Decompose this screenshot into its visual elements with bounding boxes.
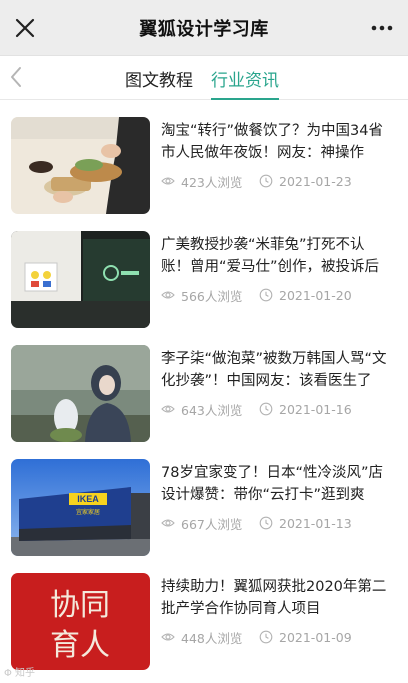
top-bar: 翼狐设计学习库 xyxy=(0,0,408,56)
list-item[interactable]: 淘宝“转行”做餐饮了？为中国34省市人民做年夜饭！网友：神操作 423人浏览 2… xyxy=(0,100,408,214)
article-title[interactable]: 广美教授抄袭“米菲兔”打死不认账！曾用“爱马仕”创作，被投诉后改名 xyxy=(161,234,391,278)
gallery-image xyxy=(11,231,150,328)
eye-icon xyxy=(161,633,175,641)
article-meta: 667人浏览 2021-01-13 xyxy=(161,514,352,532)
eye-icon xyxy=(161,519,175,527)
publish-date: 2021-01-23 xyxy=(259,174,352,189)
publish-date: 2021-01-16 xyxy=(259,402,352,417)
page-title: 翼狐设计学习库 xyxy=(139,19,269,40)
ikea-store-image: IKEA 宜家家居 xyxy=(11,459,150,556)
article-meta: 643人浏览 2021-01-16 xyxy=(161,400,352,418)
views-text: 448人浏览 xyxy=(181,630,243,646)
clock-icon xyxy=(259,402,273,416)
clock-icon xyxy=(259,630,273,644)
views-text: 566人浏览 xyxy=(181,288,243,304)
clock-icon xyxy=(259,174,273,188)
views-count: 566人浏览 xyxy=(161,286,259,305)
clock-icon xyxy=(259,516,273,530)
article-title[interactable]: 李子柒“做泡菜”被数万韩国人骂“文化抄袭”！中国网友：该看医生了 xyxy=(161,348,391,392)
article-meta: 423人浏览 2021-01-23 xyxy=(161,172,352,190)
eye-icon xyxy=(161,291,175,299)
views-count: 448人浏览 xyxy=(161,628,259,647)
person-image xyxy=(11,345,150,442)
views-text: 667人浏览 xyxy=(181,516,243,532)
ikea-logo-text: IKEA xyxy=(77,494,99,504)
views-count: 667人浏览 xyxy=(161,514,259,533)
article-title[interactable]: 78岁宜家变了！日本“性冷淡风”店设计爆赞：带你“云打卡”逛到爽 xyxy=(161,462,391,506)
more-icon[interactable] xyxy=(370,18,394,38)
publish-date: 2021-01-13 xyxy=(259,516,352,531)
list-item[interactable]: 协同 育人 持续助力！翼狐网获批2020年第二批产学合作协同育人项目 448人浏… xyxy=(0,556,408,670)
date-text: 2021-01-16 xyxy=(279,401,352,417)
calligraphy-image: 协同 育人 xyxy=(11,573,150,670)
tab-tutorials[interactable]: 图文教程 xyxy=(125,66,193,96)
calligraphy-line-1: 协同 xyxy=(50,588,110,623)
date-text: 2021-01-20 xyxy=(279,287,352,303)
date-text: 2021-01-23 xyxy=(279,173,352,189)
list-item[interactable]: IKEA 宜家家居 78岁宜家变了！日本“性冷淡风”店设计爆赞：带你“云打卡”逛… xyxy=(0,442,408,556)
article-meta: 566人浏览 2021-01-20 xyxy=(161,286,352,304)
date-text: 2021-01-13 xyxy=(279,515,352,531)
article-title[interactable]: 淘宝“转行”做餐饮了？为中国34省市人民做年夜饭！网友：神操作 xyxy=(161,120,391,164)
calligraphy-line-2: 育人 xyxy=(50,628,110,663)
tab-bar: 图文教程 行业资讯 xyxy=(0,56,408,100)
views-count: 643人浏览 xyxy=(161,400,259,419)
back-icon[interactable] xyxy=(6,64,26,90)
watermark: Φ 知乎 xyxy=(4,668,36,679)
eye-icon xyxy=(161,405,175,413)
views-text: 423人浏览 xyxy=(181,174,243,190)
list-item[interactable]: 李子柒“做泡菜”被数万韩国人骂“文化抄袭”！中国网友：该看医生了 643人浏览 … xyxy=(0,328,408,442)
tab-industry-news[interactable]: 行业资讯 xyxy=(211,66,279,100)
list-item[interactable]: 广美教授抄袭“米菲兔”打死不认账！曾用“爱马仕”创作，被投诉后改名 566人浏览… xyxy=(0,214,408,328)
views-text: 643人浏览 xyxy=(181,402,243,418)
article-title[interactable]: 持续助力！翼狐网获批2020年第二批产学合作协同育人项目 xyxy=(161,576,391,620)
publish-date: 2021-01-20 xyxy=(259,288,352,303)
food-image xyxy=(11,117,150,214)
date-text: 2021-01-09 xyxy=(279,629,352,645)
clock-icon xyxy=(259,288,273,302)
close-icon[interactable] xyxy=(12,15,38,41)
views-count: 423人浏览 xyxy=(161,172,259,191)
article-meta: 448人浏览 2021-01-09 xyxy=(161,628,352,646)
ikea-cn-text: 宜家家居 xyxy=(76,508,100,516)
eye-icon xyxy=(161,177,175,185)
publish-date: 2021-01-09 xyxy=(259,630,352,645)
